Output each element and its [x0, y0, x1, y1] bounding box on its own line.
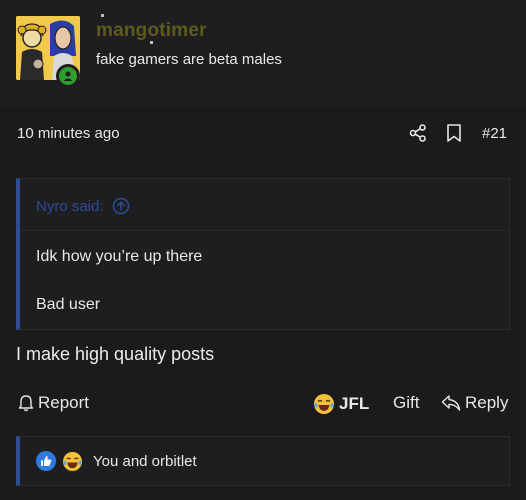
tears-of-joy-emoji-icon: [62, 451, 83, 471]
quote-text-line: Idk how you’re up there: [36, 248, 203, 265]
bell-icon: [18, 395, 34, 412]
reaction-button[interactable]: JFL: [313, 393, 369, 415]
bookmark-icon[interactable]: [445, 123, 463, 148]
tears-of-joy-emoji-icon: [314, 394, 334, 414]
quote-text-line: Bad user: [36, 296, 101, 313]
quote-block: Nyro said: Idk how you’re up there Bad u…: [16, 178, 510, 330]
report-label: Report: [38, 393, 90, 412]
post-body: I make high quality posts: [16, 344, 215, 364]
post-number-link[interactable]: #21: [482, 125, 507, 142]
user-icon: [63, 71, 73, 81]
share-icon[interactable]: [408, 123, 428, 148]
like-icon: [36, 451, 56, 471]
quote-attribution[interactable]: Nyro said:: [36, 197, 130, 215]
reactions-summary-text[interactable]: You and orbitlet: [93, 453, 197, 470]
online-status-icon: [56, 64, 80, 88]
quote-header: Nyro said:: [20, 179, 509, 231]
gift-label: Gift: [393, 393, 420, 412]
quote-author[interactable]: Nyro said:: [36, 198, 104, 215]
reaction-label: JFL: [339, 394, 370, 413]
user-title: fake gamers are beta males: [96, 51, 282, 68]
username-link[interactable]: mangotimer: [96, 20, 207, 42]
reply-label: Reply: [465, 393, 509, 412]
arrow-up-circle-icon[interactable]: [112, 197, 130, 215]
report-button[interactable]: Report: [18, 393, 89, 413]
reply-button[interactable]: Reply: [441, 393, 508, 413]
post-timestamp[interactable]: 10 minutes ago: [17, 125, 120, 142]
reply-arrow-icon: [441, 395, 461, 411]
gift-button[interactable]: Gift: [393, 393, 419, 413]
username-decoration: [101, 14, 104, 17]
reactions-summary[interactable]: You and orbitlet: [16, 436, 510, 486]
